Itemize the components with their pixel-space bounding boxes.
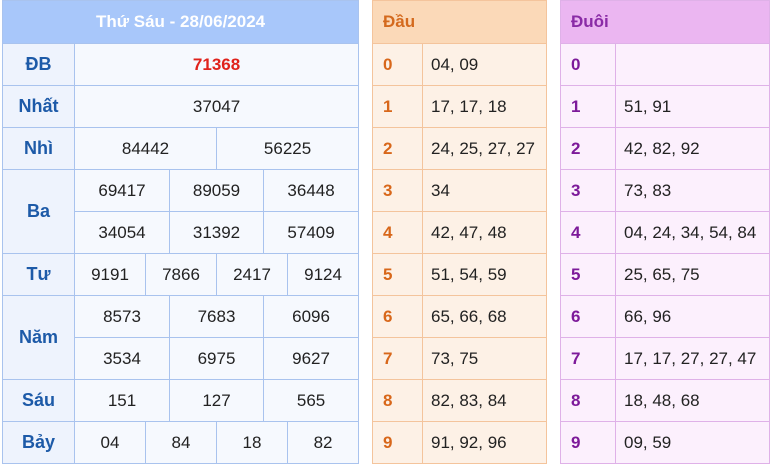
tail-digit-numbers: 42, 82, 92 xyxy=(615,127,770,170)
third-prize-value: 36448 xyxy=(262,169,360,212)
special-prize-value: 71368 xyxy=(73,43,360,86)
tail-digit-numbers: 51, 91 xyxy=(615,85,770,128)
first-prize-value: 37047 xyxy=(73,85,360,128)
head-digit-numbers: 42, 47, 48 xyxy=(422,211,547,254)
head-digit: 2 xyxy=(372,127,423,170)
tail-digit-numbers: 66, 96 xyxy=(615,295,770,338)
tail-digit-numbers: 25, 65, 75 xyxy=(615,253,770,296)
prize-label-sau: Sáu xyxy=(2,379,75,422)
head-digit: 9 xyxy=(372,421,423,464)
third-prize-value: 34054 xyxy=(74,211,170,254)
tail-digit: 0 xyxy=(560,43,616,86)
tail-digit-header: Đuôi xyxy=(560,0,770,44)
prize-label-bay: Bảy xyxy=(2,421,75,464)
tail-digit: 3 xyxy=(560,169,616,212)
head-digit-numbers: 82, 83, 84 xyxy=(422,379,547,422)
tail-digit: 6 xyxy=(560,295,616,338)
second-prize-value: 84442 xyxy=(74,127,217,170)
head-digit: 4 xyxy=(372,211,423,254)
head-digit: 3 xyxy=(372,169,423,212)
tail-digit-numbers: 18, 48, 68 xyxy=(615,379,770,422)
tail-digit: 2 xyxy=(560,127,616,170)
head-digit-numbers: 65, 66, 68 xyxy=(422,295,547,338)
fifth-prize-value: 6975 xyxy=(169,337,264,380)
head-digit-numbers: 51, 54, 59 xyxy=(422,253,547,296)
prize-label-nhat: Nhất xyxy=(2,85,75,128)
fourth-prize-value: 2417 xyxy=(216,253,288,296)
tail-digit: 9 xyxy=(560,421,616,464)
seventh-prize-value: 84 xyxy=(145,421,217,464)
prize-label-nhi: Nhì xyxy=(2,127,75,170)
head-digit-numbers: 73, 75 xyxy=(422,337,547,380)
tail-digit: 1 xyxy=(560,85,616,128)
results-title: Thứ Sáu - 28/06/2024 xyxy=(1,0,360,44)
head-digit-numbers: 91, 92, 96 xyxy=(422,421,547,464)
prize-label-nam: Năm xyxy=(2,295,75,380)
prize-label-ba: Ba xyxy=(2,169,75,254)
fourth-prize-value: 7866 xyxy=(145,253,217,296)
fifth-prize-value: 9627 xyxy=(262,337,360,380)
third-prize-value: 89059 xyxy=(169,169,264,212)
lottery-results-table: Thứ Sáu - 28/06/2024 ĐB 71368 Nhất 37047… xyxy=(1,0,360,464)
sixth-prize-value: 151 xyxy=(74,379,170,422)
third-prize-value: 57409 xyxy=(262,211,360,254)
head-digit: 8 xyxy=(372,379,423,422)
tail-digit: 5 xyxy=(560,253,616,296)
head-digit-numbers: 04, 09 xyxy=(422,43,547,86)
tail-digit: 8 xyxy=(560,379,616,422)
fourth-prize-value: 9191 xyxy=(74,253,146,296)
tail-digit-numbers: 17, 17, 27, 27, 47 xyxy=(615,337,770,380)
tail-digit-numbers: 09, 59 xyxy=(615,421,770,464)
third-prize-value: 69417 xyxy=(74,169,170,212)
fifth-prize-value: 6096 xyxy=(262,295,360,338)
tail-digit-numbers xyxy=(615,43,770,86)
head-digit: 7 xyxy=(372,337,423,380)
fourth-prize-value: 9124 xyxy=(286,253,360,296)
third-prize-value: 31392 xyxy=(169,211,264,254)
tail-digit-numbers: 73, 83 xyxy=(615,169,770,212)
second-prize-value: 56225 xyxy=(215,127,360,170)
tail-digit-numbers: 04, 24, 34, 54, 84 xyxy=(615,211,770,254)
prize-label-db: ĐB xyxy=(2,43,75,86)
seventh-prize-value: 82 xyxy=(286,421,360,464)
tail-digit: 4 xyxy=(560,211,616,254)
head-digit-numbers: 34 xyxy=(422,169,547,212)
head-digit-header: Đầu xyxy=(372,0,547,44)
sixth-prize-value: 127 xyxy=(169,379,264,422)
head-digit: 1 xyxy=(372,85,423,128)
fifth-prize-value: 7683 xyxy=(169,295,264,338)
prize-label-tu: Tư xyxy=(2,253,75,296)
seventh-prize-value: 18 xyxy=(216,421,288,464)
seventh-prize-value: 04 xyxy=(74,421,146,464)
head-digit-numbers: 24, 25, 27, 27 xyxy=(422,127,547,170)
fifth-prize-value: 8573 xyxy=(74,295,170,338)
sixth-prize-value: 565 xyxy=(262,379,360,422)
tail-digit: 7 xyxy=(560,337,616,380)
head-digit: 6 xyxy=(372,295,423,338)
head-digit-numbers: 17, 17, 18 xyxy=(422,85,547,128)
fifth-prize-value: 3534 xyxy=(74,337,170,380)
head-digit-table: Đầu 0 04, 09 1 17, 17, 18 2 24, 25, 27, 27 … xyxy=(372,0,547,464)
head-digit: 0 xyxy=(372,43,423,86)
tail-digit-table: Đuôi 0 1 51, 91 2 42, 82, 92 3 73, 83 4 04, … xyxy=(560,0,770,464)
head-digit: 5 xyxy=(372,253,423,296)
